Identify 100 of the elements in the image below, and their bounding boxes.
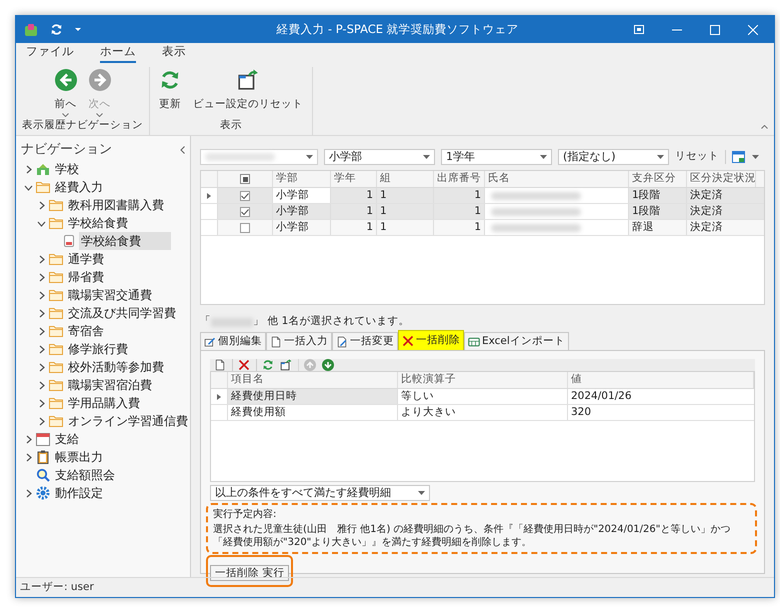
chevron-icon[interactable] bbox=[37, 254, 46, 264]
column-header[interactable]: 支弁区分 bbox=[629, 171, 687, 187]
caret-icon[interactable] bbox=[75, 28, 81, 31]
restore-panel-icon[interactable] bbox=[634, 25, 644, 34]
tree-item[interactable]: 学校給食費 bbox=[79, 232, 171, 250]
column-header[interactable]: 値 bbox=[568, 372, 754, 388]
tree-item[interactable]: 寄宿舎 bbox=[66, 322, 106, 340]
tree-item[interactable]: 職場実習宿泊費 bbox=[66, 376, 154, 394]
ribbon-tab[interactable]: ファイル bbox=[26, 42, 74, 63]
tab[interactable]: 一括入力 bbox=[266, 332, 332, 350]
tab[interactable]: 個別編集 bbox=[200, 332, 266, 350]
collapse-ribbon-icon[interactable] bbox=[761, 125, 768, 129]
tree-item[interactable]: 支給額照会 bbox=[53, 466, 117, 484]
chevron-icon[interactable] bbox=[37, 416, 46, 426]
folder-icon bbox=[49, 379, 63, 391]
collapse-panel-icon[interactable] bbox=[180, 146, 185, 154]
panel-title: ナビゲーション bbox=[21, 141, 112, 160]
table-row[interactable]: 小学部 1 1 1 1段階 決定済 bbox=[201, 204, 764, 220]
chevron-icon[interactable] bbox=[37, 308, 46, 318]
folder-icon bbox=[49, 307, 63, 319]
toolbar-button[interactable] bbox=[280, 359, 292, 371]
column-header[interactable]: 区分決定状況 bbox=[687, 171, 756, 187]
tree-item[interactable]: 学用品購入費 bbox=[66, 394, 142, 412]
tab[interactable]: 一括変更 bbox=[332, 332, 398, 350]
execute-button[interactable]: 一括削除 実行 bbox=[210, 565, 290, 581]
blurred-field[interactable] bbox=[200, 149, 318, 165]
layout-icon[interactable] bbox=[732, 151, 745, 163]
toolbar-button[interactable] bbox=[214, 359, 226, 371]
tree-item[interactable]: 帰省費 bbox=[66, 268, 106, 286]
chevron-icon[interactable] bbox=[37, 290, 46, 300]
checkbox[interactable] bbox=[240, 222, 250, 232]
chevron-icon[interactable] bbox=[24, 164, 33, 174]
tree-item[interactable]: 帳票出力 bbox=[53, 448, 105, 466]
chevron-icon[interactable] bbox=[37, 398, 46, 408]
table-cell: 1 bbox=[331, 188, 377, 203]
preview-label: 実行予定内容: bbox=[213, 508, 278, 521]
column-header[interactable]: 学年 bbox=[331, 171, 377, 187]
chevron-icon[interactable] bbox=[37, 362, 46, 372]
folder-icon bbox=[36, 181, 50, 193]
table-row[interactable]: 経費使用額 より大きい 320 bbox=[211, 405, 754, 421]
table-row[interactable]: 小学部 1 1 1 辞退 決定済 bbox=[201, 220, 764, 236]
checkbox[interactable] bbox=[240, 190, 250, 200]
tree-item[interactable]: 学校給食費 bbox=[66, 214, 130, 232]
ribbon-button[interactable]: 前へ bbox=[52, 67, 80, 118]
tree-item[interactable]: 交流及び共同学習費 bbox=[66, 304, 178, 322]
chevron-icon[interactable] bbox=[37, 344, 46, 354]
tree-item[interactable]: 職場実習交通費 bbox=[66, 286, 154, 304]
table-row[interactable]: 小学部 1 1 1 1段階 決定済 bbox=[201, 188, 764, 204]
column-header[interactable]: 学部 bbox=[273, 171, 331, 187]
folder-icon bbox=[49, 289, 63, 301]
chevron-icon[interactable] bbox=[37, 326, 46, 336]
tree-item[interactable]: 修学旅行費 bbox=[66, 340, 130, 358]
dropdown-caret-icon bbox=[418, 491, 425, 495]
dropdown-field[interactable]: 以上の条件をすべて満たす経費明細 bbox=[210, 485, 430, 501]
column-header[interactable]: 氏名 bbox=[485, 171, 629, 187]
column-header[interactable]: 組 bbox=[377, 171, 434, 187]
header-checkbox[interactable] bbox=[240, 174, 250, 184]
maximize-icon[interactable] bbox=[710, 24, 720, 34]
ribbon-tab[interactable]: ホーム bbox=[100, 42, 136, 63]
close-icon[interactable] bbox=[748, 24, 758, 34]
chevron-icon[interactable] bbox=[24, 434, 33, 444]
ribbon-button[interactable]: ビュー設定のリセット bbox=[190, 67, 306, 118]
dropdown-field[interactable]: 1学年 bbox=[441, 149, 552, 165]
table-cell: 小学部 bbox=[273, 204, 331, 219]
column-header[interactable]: 比較演算子 bbox=[398, 372, 568, 388]
toolbar-button[interactable] bbox=[322, 359, 334, 371]
tab[interactable]: Excelインポート bbox=[464, 332, 569, 350]
folder-icon bbox=[49, 271, 63, 283]
chevron-icon[interactable] bbox=[37, 200, 46, 210]
dropdown-field[interactable]: (指定なし) bbox=[558, 149, 669, 165]
table-cell: 小学部 bbox=[273, 220, 331, 235]
window-title: 経費入力 - P-SPACE 就学奨励費ソフトウェア bbox=[275, 20, 520, 38]
table-row[interactable]: 経費使用日時 等しい 2024/01/26 bbox=[211, 389, 754, 405]
tree-item[interactable]: 学校 bbox=[53, 160, 81, 178]
tree-item[interactable]: オンライン学習通信費 bbox=[66, 412, 190, 430]
tree-item[interactable]: 校外活動等参加費 bbox=[66, 358, 166, 376]
dropdown-field[interactable]: 小学部 bbox=[324, 149, 435, 165]
table-cell: 1 bbox=[331, 220, 377, 235]
tree-item[interactable]: 通学費 bbox=[66, 250, 106, 268]
tree-item[interactable]: 支給 bbox=[53, 430, 81, 448]
form-icon bbox=[63, 234, 75, 248]
folder-icon bbox=[49, 343, 63, 355]
checkbox[interactable] bbox=[240, 206, 250, 216]
chevron-icon[interactable] bbox=[24, 452, 33, 462]
tree-item[interactable]: 動作設定 bbox=[53, 484, 105, 502]
ribbon-button[interactable]: 更新 bbox=[156, 67, 184, 118]
table-cell: 等しい bbox=[398, 389, 568, 404]
reset-button[interactable]: リセット bbox=[675, 149, 719, 165]
column-header[interactable]: 項目名 bbox=[228, 372, 398, 388]
ribbon-tab[interactable]: 表示 bbox=[162, 42, 186, 63]
table-cell: 1 bbox=[377, 220, 434, 235]
chevron-icon[interactable] bbox=[24, 488, 33, 498]
refresh-icon[interactable] bbox=[50, 23, 63, 36]
chevron-icon[interactable] bbox=[37, 272, 46, 282]
ribbon-group-label: 表示 bbox=[220, 118, 242, 134]
tab[interactable]: 一括削除 bbox=[398, 330, 464, 350]
tree-item[interactable]: 教科用図書購入費 bbox=[66, 196, 166, 214]
chevron-icon[interactable] bbox=[37, 380, 46, 390]
column-header[interactable]: 出席番号 bbox=[434, 171, 485, 187]
tree-item[interactable]: 経費入力 bbox=[53, 178, 105, 196]
